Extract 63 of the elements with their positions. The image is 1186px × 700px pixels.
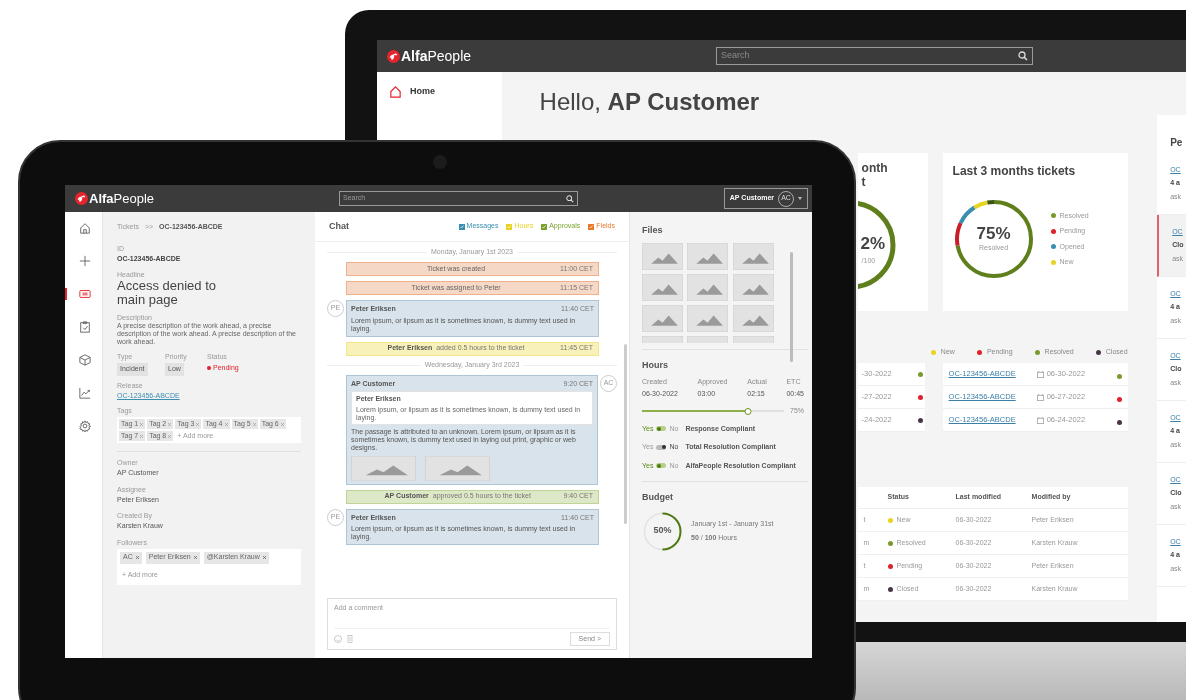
remove-icon [196,422,200,426]
remove-icon [140,434,144,438]
caret-icon [798,197,802,200]
panel-title: Pe [1169,136,1184,150]
image-placeholder [642,242,683,270]
logo-icon [75,192,88,205]
image-placeholder [687,304,729,332]
remove-icon [168,434,172,438]
image-placeholder [732,273,774,301]
toggle-switch[interactable] [656,463,667,469]
ticket-headline: Access denied to main page [117,279,217,307]
search-icon [1018,51,1029,61]
panel-title: Files [642,224,664,237]
image-placeholder [642,304,683,332]
remove-icon [280,422,284,426]
logo-icon [387,49,400,63]
image-placeholder [687,242,729,270]
chart-icon [78,387,91,399]
search-field[interactable]: Search [716,47,1034,65]
settings-icon [78,420,91,432]
image-placeholder [425,455,490,481]
remove-icon [252,422,256,426]
image-placeholder [687,273,729,301]
nav-item[interactable]: Home [389,85,502,99]
filter-checkbox[interactable] [506,223,513,230]
calendar-icon [1036,393,1044,401]
app-logo: AlfaPeople [401,46,472,66]
budget-value: 50% [653,524,672,538]
calendar-icon [1036,370,1044,378]
plus-icon [78,255,91,267]
clipboard-icon [78,321,91,333]
app-logo: AlfaPeople [89,189,155,208]
box-icon [78,354,91,366]
card-title: Last 3 months tickets [952,163,1077,180]
remove-icon [262,556,266,559]
home-icon [78,222,91,234]
home-icon [389,85,402,99]
card-value: 75% [976,224,1011,243]
toggle-switch[interactable] [656,444,667,450]
ticket-icon [78,288,91,300]
remove-icon [140,422,144,426]
panel-title: Hours [642,358,669,372]
panel-title: Budget [642,491,674,504]
greeting-heading: Hello, AP Customer [539,88,761,116]
card-value: 2% [860,235,886,253]
image-placeholder [732,242,774,270]
remove-icon [135,556,139,559]
filter-checkbox[interactable] [588,223,595,230]
image-placeholder [642,273,683,301]
calendar-icon [1036,416,1044,424]
filter-checkbox[interactable] [541,223,548,230]
toggle-switch[interactable] [656,426,667,432]
image-placeholder [351,455,416,481]
search-icon [566,194,575,203]
panel-title: Chat [329,219,349,233]
remove-icon [224,422,228,426]
card-title: onth t [861,161,888,189]
image-placeholder [732,304,774,332]
remove-icon [168,422,172,426]
attachment-icon[interactable] [347,634,353,643]
remove-icon [193,556,197,559]
slider-thumb[interactable] [745,407,752,415]
filter-checkbox[interactable] [458,223,465,230]
